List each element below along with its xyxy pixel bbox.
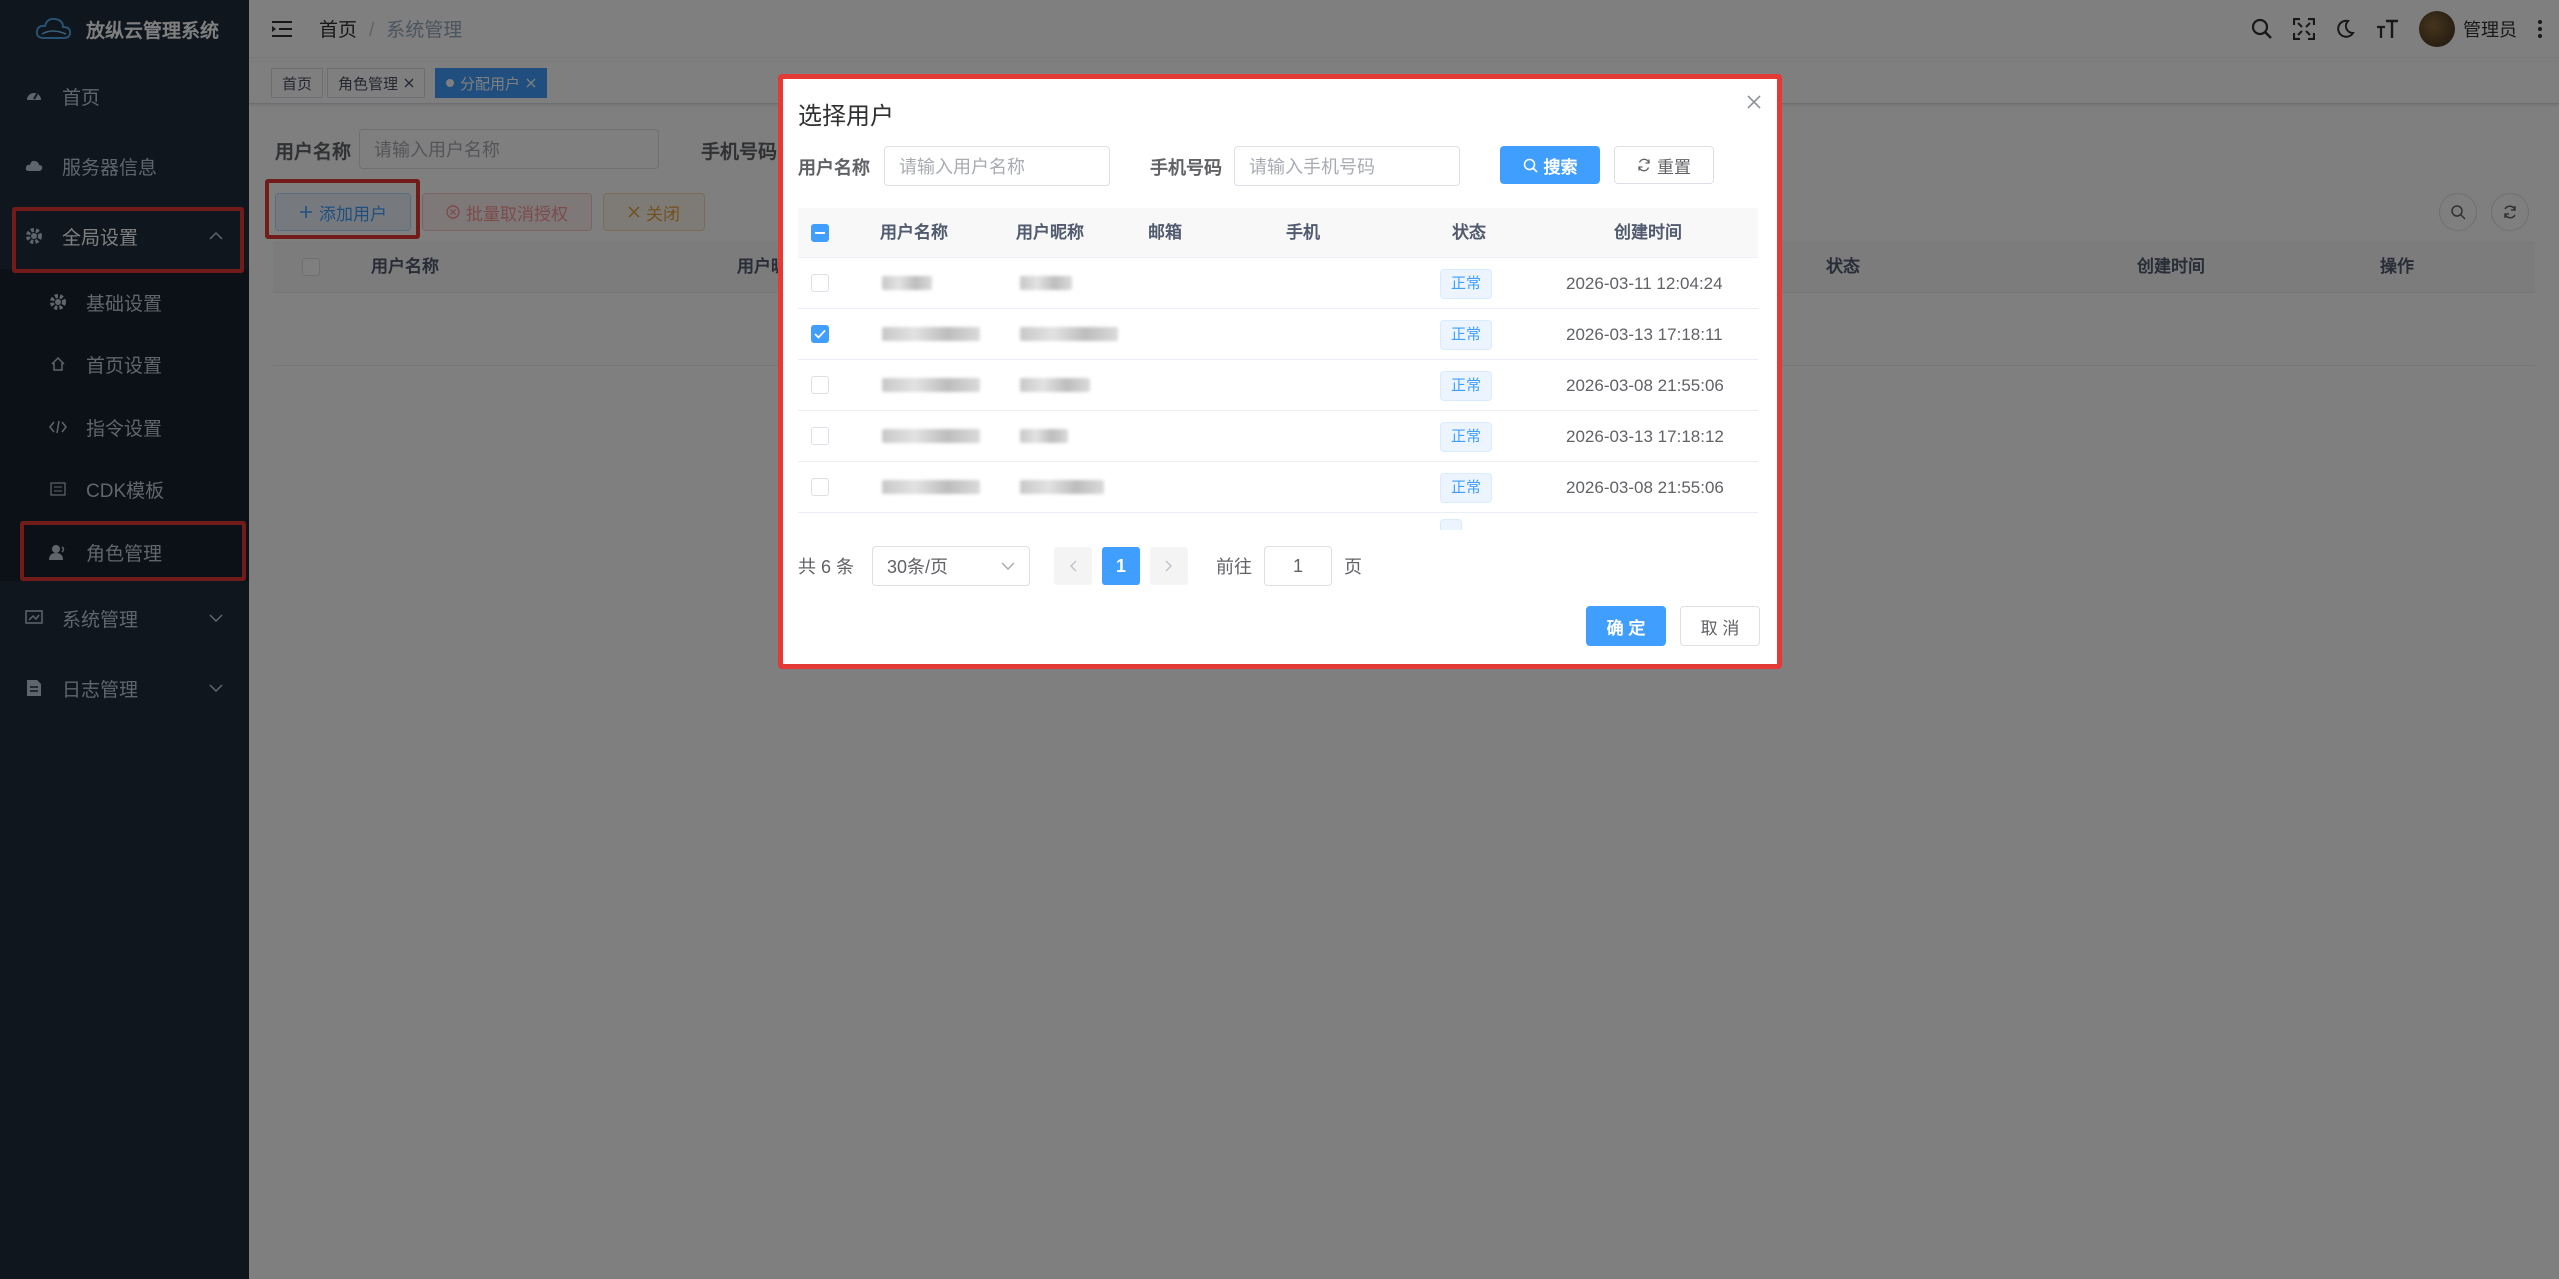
- highlight-dialog: [778, 74, 1782, 669]
